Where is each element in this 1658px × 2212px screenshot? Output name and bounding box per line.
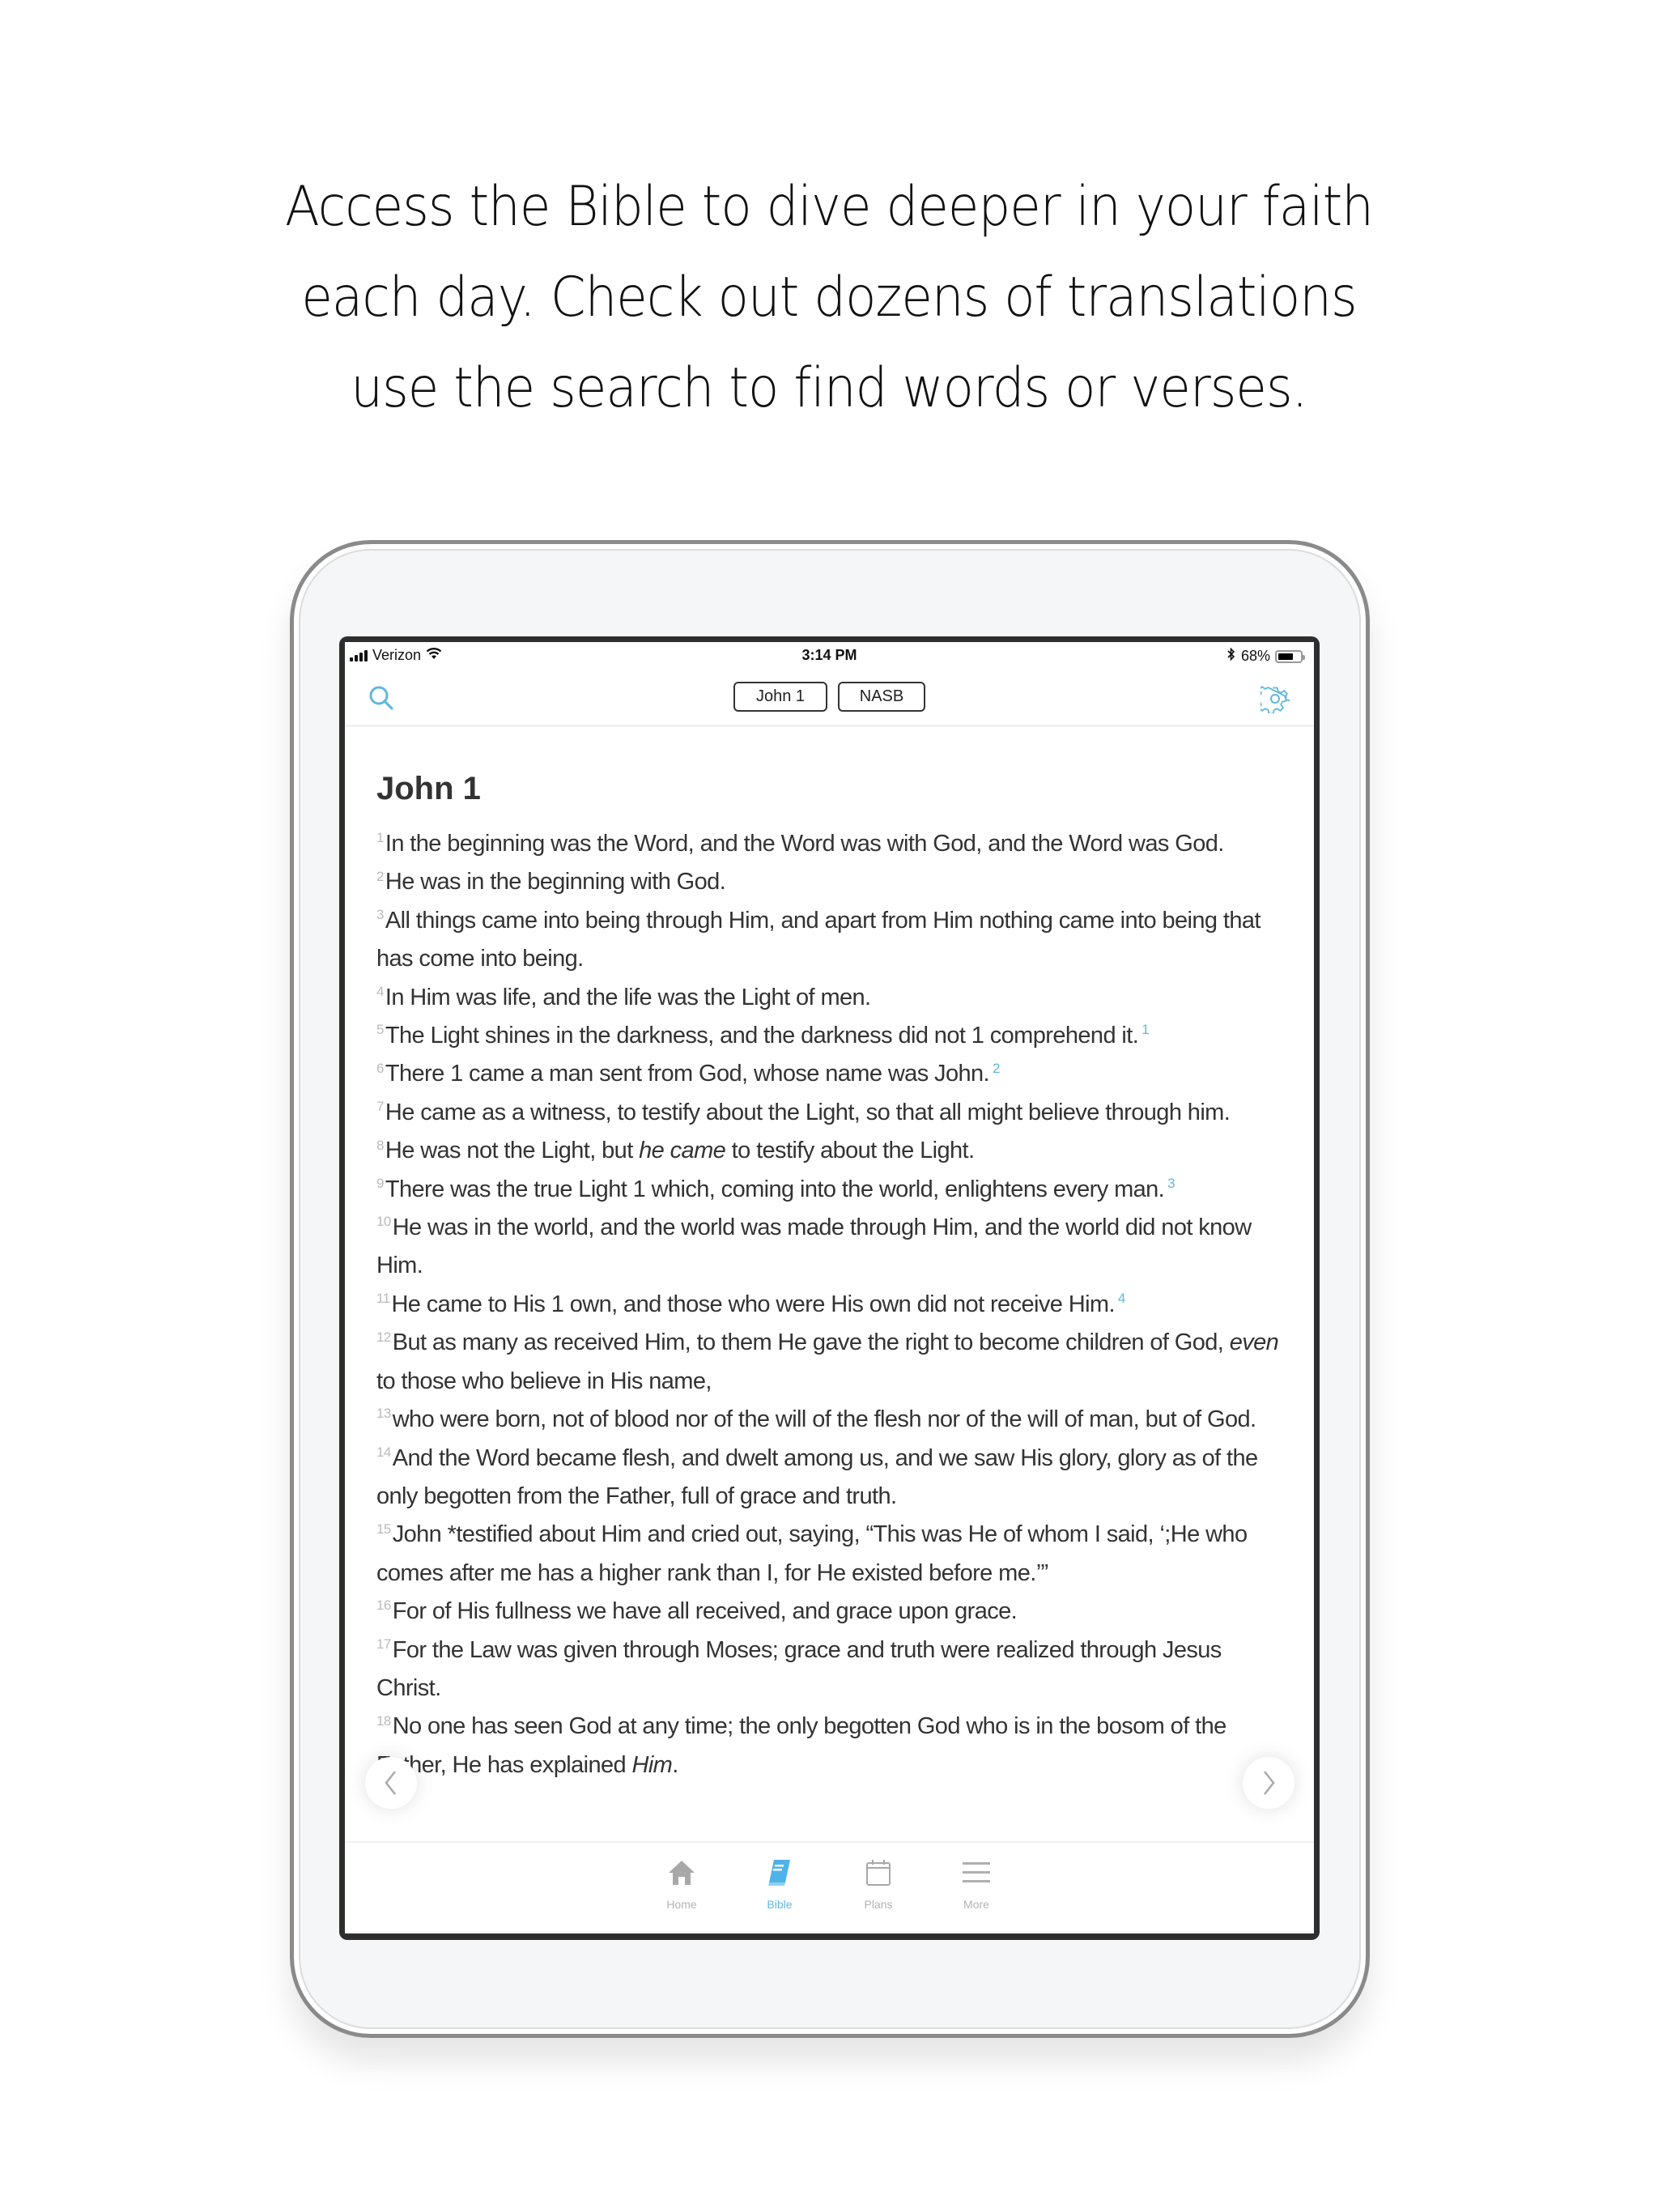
status-bar: Verizon 3:14 PM 68% [345, 642, 1314, 670]
gear-icon [1255, 686, 1290, 715]
chapter-title: John 1 [376, 771, 481, 806]
verse[interactable]: 3All things came into being through Him,… [376, 902, 1291, 979]
book-icon [743, 1853, 816, 1893]
chapter-content[interactable]: John 1 1In the beginning was the Word, a… [376, 764, 1291, 1840]
verse-text: All things came into being through Him, … [376, 907, 1261, 972]
verse-text: He came as a witness, to testify about t… [385, 1099, 1231, 1125]
verse[interactable]: 18No one has seen God at any time; the o… [376, 1708, 1291, 1784]
battery-percent: 68% [1240, 648, 1270, 664]
verse-number: 1 [376, 830, 384, 846]
verse-text: who were born, not of blood nor of the w… [392, 1406, 1256, 1433]
bible-nav-header: John 1 NASB [345, 670, 1314, 727]
settings-button[interactable] [1255, 684, 1290, 715]
calendar-icon [842, 1853, 915, 1893]
verse-number: 6 [376, 1060, 384, 1076]
verse[interactable]: 9There was the true Light 1 which, comin… [376, 1171, 1291, 1209]
verse-text: The Light shines in the darkness, and th… [385, 1023, 1139, 1049]
verse-text-italic: Him [631, 1751, 673, 1778]
tab-home[interactable]: Home [645, 1853, 718, 1911]
verse-number: 14 [376, 1444, 391, 1460]
verse-number: 8 [376, 1137, 384, 1153]
verse[interactable]: 8He was not the Light, but he came to te… [376, 1132, 1291, 1170]
footnote-marker[interactable]: 3 [1167, 1176, 1175, 1191]
verse-number: 10 [376, 1214, 391, 1230]
verse[interactable]: 13who were born, not of blood nor of the… [376, 1401, 1291, 1439]
verse[interactable]: 16For of His fullness we have all receiv… [376, 1593, 1291, 1631]
verse-text: And the Word became flesh, and dwelt amo… [376, 1444, 1258, 1509]
tab-bar: Home Bible Plans More [345, 1841, 1314, 1933]
footnote-marker[interactable]: 1 [1141, 1022, 1149, 1037]
verse-text: For the Law was given through Moses; gra… [376, 1636, 1222, 1701]
verse[interactable]: 11He came to His 1 own, and those who we… [376, 1286, 1291, 1324]
tab-more[interactable]: More [940, 1853, 1013, 1911]
footnote-marker[interactable]: 4 [1118, 1291, 1125, 1306]
chapter-selector-button[interactable]: John 1 [733, 682, 827, 712]
verse-text: to those who believe in His name, [376, 1368, 712, 1394]
verse-text: There was the true Light 1 which, coming… [385, 1176, 1165, 1202]
tab-bible[interactable]: Bible [743, 1853, 816, 1911]
verse-number: 12 [376, 1329, 391, 1345]
verse-number: 9 [376, 1176, 384, 1191]
footnote-marker[interactable]: 2 [993, 1061, 1000, 1076]
headline-line: each day. Check out dozens of translatio… [301, 266, 1357, 330]
verse-number: 3 [376, 907, 384, 923]
verse-text: John *testified about Him and cried out,… [376, 1521, 1248, 1586]
verse[interactable]: 14And the Word became flesh, and dwelt a… [376, 1440, 1291, 1516]
verse[interactable]: 17For the Law was given through Moses; g… [376, 1631, 1291, 1708]
status-time: 3:14 PM [801, 647, 857, 663]
chevron-right-icon [1264, 1771, 1275, 1795]
verse[interactable]: 7He came as a witness, to testify about … [376, 1094, 1291, 1132]
verse-text-italic: he came [639, 1138, 726, 1164]
verse-text: But as many as received Him, to them He … [392, 1329, 1230, 1356]
app-screen: Verizon 3:14 PM 68% John 1 NASB John 1 1… [345, 642, 1314, 1933]
verse-number: 7 [376, 1099, 384, 1115]
verse-text: . [672, 1751, 678, 1778]
verse-text: No one has seen God at any time; the onl… [376, 1713, 1226, 1778]
verse[interactable]: 2He was in the beginning with God. [376, 863, 1291, 901]
verse-number: 17 [376, 1636, 391, 1652]
verse[interactable]: 10He was in the world, and the world was… [376, 1209, 1291, 1286]
previous-chapter-button[interactable] [365, 1757, 417, 1809]
verse-text: He was in the beginning with God. [385, 869, 726, 895]
verse-text: In Him was life, and the life was the Li… [385, 984, 871, 1010]
verse[interactable]: 5The Light shines in the darkness, and t… [376, 1017, 1291, 1055]
verse-text: There 1 came a man sent from God, whose … [385, 1061, 990, 1087]
verse[interactable]: 6There 1 came a man sent from God, whose… [376, 1055, 1291, 1093]
battery-icon [1275, 649, 1305, 663]
verse-number: 16 [376, 1597, 391, 1614]
next-chapter-button[interactable] [1243, 1757, 1295, 1809]
headline-line: use the search to find words or verses. [351, 356, 1307, 420]
verse-text: He was in the world, and the world was m… [376, 1214, 1252, 1279]
verse[interactable]: 12But as many as received Him, to them H… [376, 1324, 1291, 1401]
verse-number: 15 [376, 1521, 391, 1537]
tab-plans[interactable]: Plans [842, 1853, 915, 1911]
version-selector-button[interactable]: NASB [838, 682, 925, 712]
verse-number: 18 [376, 1712, 391, 1729]
tab-label: Bible [767, 1898, 793, 1911]
bluetooth-icon [1226, 647, 1236, 666]
verse-text: For of His fullness we have all received… [392, 1598, 1018, 1625]
tab-label: Plans [864, 1898, 893, 1911]
promo-headline: Access the Bible to dive deeper in your … [66, 162, 1592, 434]
verse[interactable]: 1In the beginning was the Word, and the … [376, 825, 1291, 863]
verse-text: He came to His 1 own, and those who were… [391, 1291, 1115, 1317]
tab-label: Home [666, 1898, 697, 1911]
headline-line: Access the Bible to dive deeper in your … [284, 175, 1374, 239]
verse-number: 4 [376, 983, 384, 999]
chevron-left-icon [385, 1771, 396, 1795]
verse-list: 1In the beginning was the Word, and the … [376, 825, 1291, 1784]
home-icon [645, 1853, 718, 1893]
verse-text: He was not the Light, but [385, 1138, 640, 1164]
verse-text: to testify about the Light. [725, 1138, 975, 1164]
verse-text-italic: even [1229, 1329, 1279, 1356]
verse-number: 13 [376, 1406, 391, 1422]
verse[interactable]: 4In Him was life, and the life was the L… [376, 979, 1291, 1017]
verse[interactable]: 15John *testified about Him and cried ou… [376, 1516, 1291, 1593]
verse-text: In the beginning was the Word, and the W… [385, 831, 1224, 857]
menu-icon [940, 1853, 1013, 1893]
verse-number: 5 [376, 1022, 384, 1038]
verse-number: 11 [376, 1291, 390, 1307]
verse-number: 2 [376, 868, 384, 884]
tab-label: More [963, 1898, 989, 1911]
